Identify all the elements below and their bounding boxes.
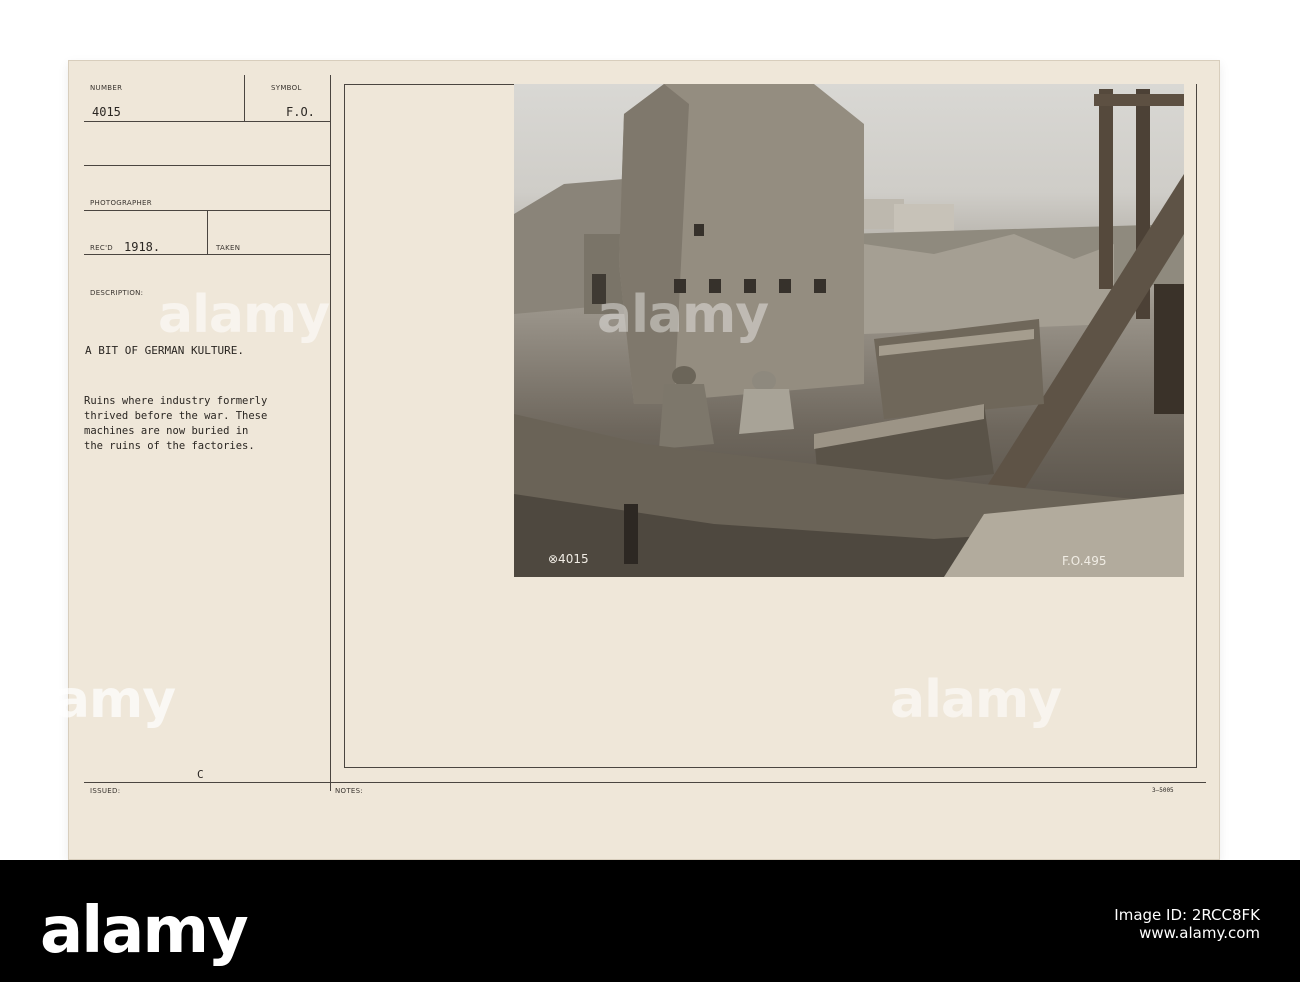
site-url[interactable]: www.alamy.com	[1114, 924, 1260, 942]
issued-label: ISSUED:	[90, 787, 121, 795]
image-id: Image ID: 2RCC8FK	[1114, 906, 1260, 924]
frame-bottom-inner	[344, 767, 1197, 768]
number-value: 4015	[92, 105, 121, 119]
description-title: A BIT OF GERMAN KULTURE.	[85, 344, 244, 357]
photographer-topline	[84, 165, 330, 166]
frame-bottom-outer	[84, 782, 1206, 783]
notes-label: NOTES:	[335, 787, 364, 795]
number-underline	[84, 121, 330, 122]
description-line: Ruins where industry formerly	[84, 395, 268, 407]
form-number: 3—5005	[1152, 787, 1174, 794]
number-symbol-divider	[244, 75, 245, 121]
photo-number-caption: ⊗4015	[548, 552, 589, 566]
description-line: the ruins of the factories.	[84, 440, 255, 452]
symbol-label: SYMBOL	[271, 84, 302, 92]
footer-image-info: Image ID: 2RCC8FK www.alamy.com	[1114, 906, 1260, 942]
recd-taken-divider	[207, 210, 208, 254]
frame-right	[1196, 84, 1197, 768]
taken-label: TAKEN	[216, 244, 241, 252]
recd-label: REC'D	[90, 244, 113, 252]
symbol-value: F.O.	[286, 105, 315, 119]
watermark-logo: alamy	[4, 670, 176, 730]
description-text: Ruins where industry formerly thrived be…	[84, 394, 354, 454]
photo-symbol-caption: F.O.495	[1062, 554, 1107, 568]
watermark-logo: alamy	[158, 285, 330, 345]
watermark-logo: alamy	[597, 285, 769, 345]
number-label: NUMBER	[90, 84, 123, 92]
description-line: thrived before the war. These	[84, 410, 268, 422]
footer-logo: alamy	[40, 894, 249, 968]
recd-value: 1918.	[124, 240, 161, 254]
description-line: machines are now buried in	[84, 425, 249, 437]
issued-mark: C	[197, 768, 204, 781]
description-label: DESCRIPTION:	[90, 289, 144, 297]
recd-underline	[84, 254, 330, 255]
frame-top-right	[345, 84, 515, 85]
watermark-logo: alamy	[890, 670, 1062, 730]
photographer-label: PHOTOGRAPHER	[90, 199, 152, 207]
